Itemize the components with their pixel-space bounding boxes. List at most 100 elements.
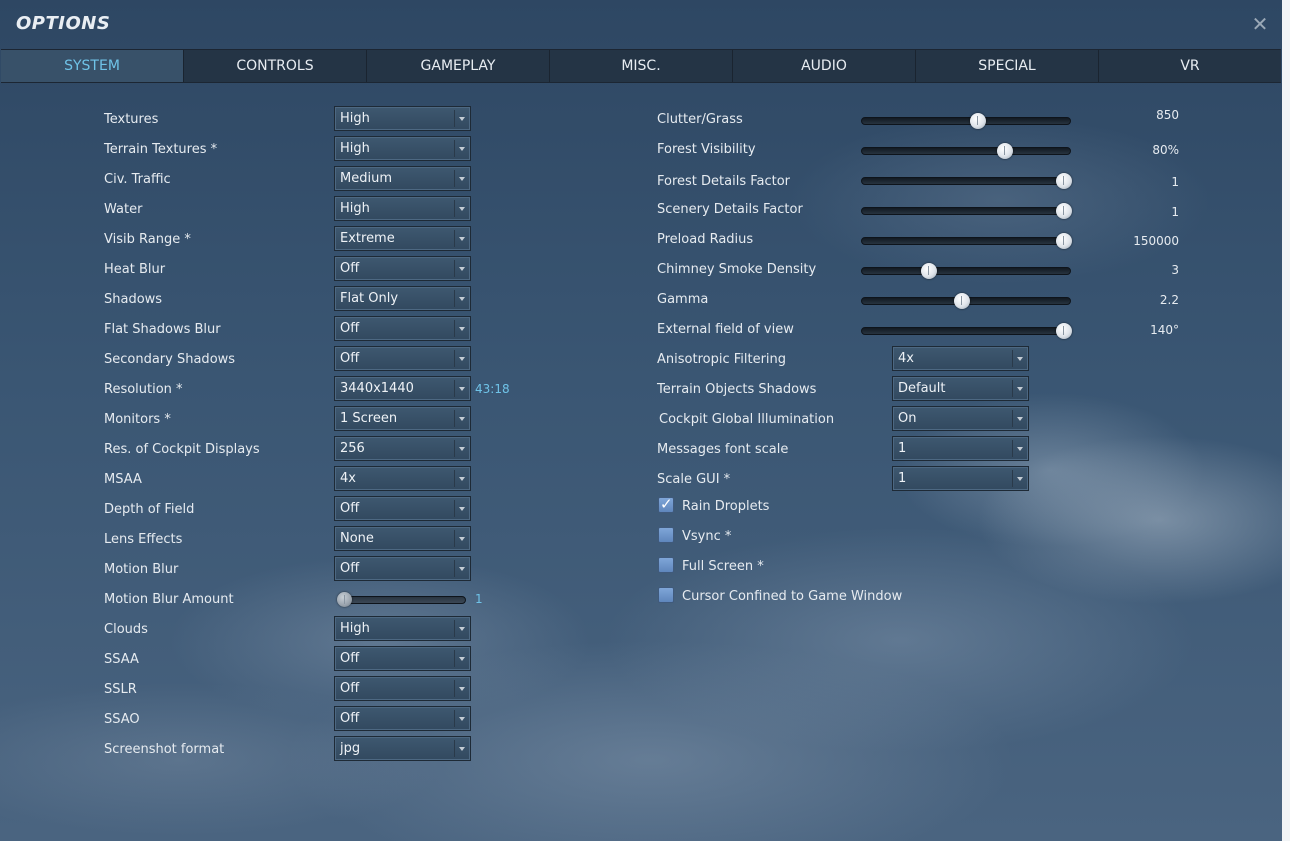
chevron-down-icon xyxy=(459,237,465,241)
messages-font-scale-dropdown[interactable]: 1 xyxy=(892,436,1029,461)
depth-of-field-dropdown[interactable]: Off xyxy=(334,496,471,521)
textures-dropdown[interactable]: High xyxy=(334,106,471,131)
visib-range-dropdown[interactable]: Extreme xyxy=(334,226,471,251)
slider-knob[interactable] xyxy=(920,263,937,279)
full-screen-checkbox[interactable] xyxy=(658,557,674,573)
chevron-down-icon xyxy=(459,507,465,511)
res-cockpit-displays-label: Res. of Cockpit Displays xyxy=(104,442,260,457)
cockpit-gi-label: Cockpit Global Illumination xyxy=(659,412,835,427)
flat-shadows-blur-dropdown[interactable]: Off xyxy=(334,316,471,341)
shadows-dropdown[interactable]: Flat Only xyxy=(334,286,471,311)
screenshot-format-dropdown[interactable]: jpg xyxy=(334,736,471,761)
scenery-details-slider[interactable] xyxy=(861,203,1072,219)
ssaa-dropdown[interactable]: Off xyxy=(334,646,471,671)
close-icon[interactable]: ✕ xyxy=(1250,12,1270,36)
tab-system[interactable]: SYSTEM xyxy=(1,50,184,82)
vsync-checkbox[interactable] xyxy=(658,527,674,543)
slider-knob[interactable] xyxy=(954,293,971,309)
slider-knob[interactable] xyxy=(1056,233,1072,249)
forest-details-slider[interactable] xyxy=(861,173,1072,189)
textures-value: High xyxy=(340,111,370,126)
cursor-confined-checkbox[interactable] xyxy=(658,587,674,603)
visib-range-value: Extreme xyxy=(340,231,395,246)
chevron-down-icon xyxy=(1017,477,1023,481)
clouds-dropdown[interactable]: High xyxy=(334,616,471,641)
chevron-down-icon xyxy=(459,447,465,451)
monitors-dropdown[interactable]: 1 Screen xyxy=(334,406,471,431)
tab-special[interactable]: SPECIAL xyxy=(916,50,1099,82)
anisotropic-dropdown[interactable]: 4x xyxy=(892,346,1029,371)
motion-blur-value: Off xyxy=(340,561,360,576)
lens-effects-dropdown[interactable]: None xyxy=(334,526,471,551)
external-fov-slider[interactable] xyxy=(861,323,1072,339)
slider-knob[interactable] xyxy=(337,592,352,607)
chevron-down-icon xyxy=(459,207,465,211)
slider-knob[interactable] xyxy=(1056,323,1072,339)
cockpit-gi-dropdown[interactable]: On xyxy=(892,406,1029,431)
slider-knob[interactable] xyxy=(1056,173,1072,189)
msaa-dropdown[interactable]: 4x xyxy=(334,466,471,491)
slider-knob[interactable] xyxy=(1056,203,1072,219)
chevron-down-icon xyxy=(1017,417,1023,421)
background-sky xyxy=(0,0,1282,841)
flat-shadows-blur-label: Flat Shadows Blur xyxy=(104,322,221,337)
terrain-objects-shadows-value: Default xyxy=(898,381,946,396)
shadows-value: Flat Only xyxy=(340,291,399,306)
scale-gui-value: 1 xyxy=(898,471,907,486)
heat-blur-dropdown[interactable]: Off xyxy=(334,256,471,281)
monitors-value: 1 Screen xyxy=(340,411,398,426)
chevron-down-icon xyxy=(459,627,465,631)
tab-controls[interactable]: CONTROLS xyxy=(184,50,367,82)
window-edge xyxy=(1282,0,1290,841)
window-title: OPTIONS xyxy=(16,13,111,34)
ssaa-label: SSAA xyxy=(104,652,139,667)
secondary-shadows-dropdown[interactable]: Off xyxy=(334,346,471,371)
chevron-down-icon xyxy=(459,177,465,181)
heat-blur-label: Heat Blur xyxy=(104,262,166,277)
chevron-down-icon xyxy=(459,267,465,271)
sslr-dropdown[interactable]: Off xyxy=(334,676,471,701)
monitors-label: Monitors * xyxy=(104,412,171,427)
ssao-value: Off xyxy=(340,711,360,726)
chevron-down-icon xyxy=(459,327,465,331)
clutter-grass-slider[interactable] xyxy=(861,113,1071,129)
chevron-down-icon xyxy=(459,747,465,751)
motion-blur-dropdown[interactable]: Off xyxy=(334,556,471,581)
heat-blur-value: Off xyxy=(340,261,360,276)
rain-droplets-checkbox[interactable]: ✓ xyxy=(658,495,674,513)
water-value: High xyxy=(340,201,370,216)
gamma-slider[interactable] xyxy=(861,293,1071,309)
forest-visibility-slider[interactable] xyxy=(861,143,1071,159)
res-cockpit-displays-dropdown[interactable]: 256 xyxy=(334,436,471,461)
civ-traffic-label: Civ. Traffic xyxy=(104,172,171,187)
tab-vr[interactable]: VR xyxy=(1099,50,1281,82)
forest-details-label: Forest Details Factor xyxy=(657,174,791,189)
water-label: Water xyxy=(104,202,143,217)
external-fov-label: External field of view xyxy=(657,322,794,337)
ssao-dropdown[interactable]: Off xyxy=(334,706,471,731)
tab-misc[interactable]: MISC. xyxy=(550,50,733,82)
depth-of-field-label: Depth of Field xyxy=(104,502,195,517)
scale-gui-dropdown[interactable]: 1 xyxy=(892,466,1029,491)
terrain-textures-dropdown[interactable]: High xyxy=(334,136,471,161)
chevron-down-icon xyxy=(459,147,465,151)
slider-knob[interactable] xyxy=(969,113,986,129)
chimney-smoke-slider[interactable] xyxy=(861,263,1071,279)
water-dropdown[interactable]: High xyxy=(334,196,471,221)
chevron-down-icon xyxy=(459,657,465,661)
lens-effects-label: Lens Effects xyxy=(104,532,183,547)
chevron-down-icon xyxy=(459,417,465,421)
chevron-down-icon xyxy=(459,357,465,361)
clutter-grass-label: Clutter/Grass xyxy=(657,112,743,127)
terrain-objects-shadows-dropdown[interactable]: Default xyxy=(892,376,1029,401)
scenery-details-value: 1 xyxy=(1171,205,1179,219)
terrain-textures-value: High xyxy=(340,141,370,156)
chevron-down-icon xyxy=(1017,357,1023,361)
resolution-dropdown[interactable]: 3440x1440 xyxy=(334,376,471,401)
forest-visibility-label: Forest Visibility xyxy=(657,142,756,157)
civ-traffic-dropdown[interactable]: Medium xyxy=(334,166,471,191)
tab-audio[interactable]: AUDIO xyxy=(733,50,916,82)
preload-radius-slider[interactable] xyxy=(861,233,1072,249)
tab-gameplay[interactable]: GAMEPLAY xyxy=(367,50,550,82)
motion-blur-amount-slider[interactable] xyxy=(337,592,466,607)
